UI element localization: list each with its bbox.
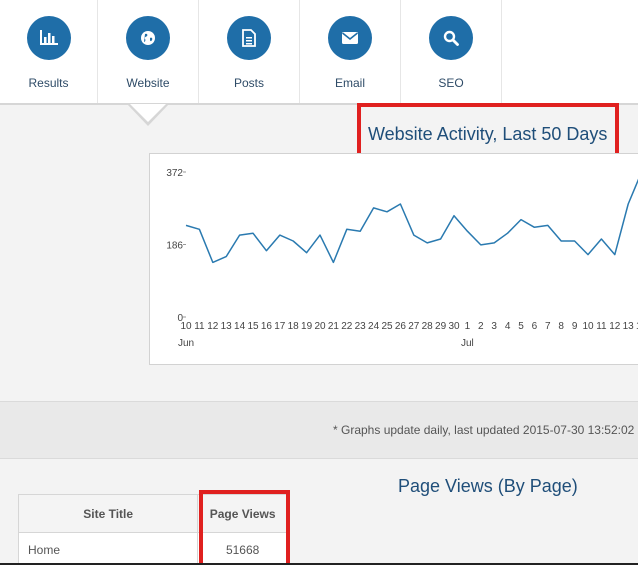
tab-seo[interactable]: SEO (401, 0, 502, 104)
activity-chart-svg: 018637210 11 12 13 14 15 16 17 18 19 20 21 22 23 24 25 2… (166, 168, 638, 349)
tab-results-label: Results (28, 76, 69, 90)
tab-posts-label: Posts (233, 76, 264, 90)
activity-chart-title: Website Activity, Last 50 Days (368, 124, 608, 144)
y-tick-label: 372 (166, 168, 183, 179)
y-tick-label: 186 (166, 241, 183, 252)
x-tick-label: 23 (355, 321, 367, 332)
x-tick-label: 4 (505, 321, 511, 332)
x-tick-label: 21 (328, 321, 340, 332)
series-line (185, 178, 638, 264)
month-label: Jul (461, 338, 474, 349)
x-tick-label: 30 (448, 321, 460, 332)
bar-chart-icon (26, 16, 71, 60)
search-icon (429, 16, 473, 60)
page-views-title: Page Views (By Page) (398, 476, 578, 496)
x-tick-label: 10 (180, 321, 192, 332)
x-tick-label: 1 (465, 321, 471, 332)
tab-email[interactable]: Email (300, 0, 401, 104)
column-header-site-title[interactable]: Site Title (17, 494, 199, 533)
x-tick-label: 27 (408, 321, 420, 332)
x-tick-label: 10 (582, 321, 594, 332)
x-tick-label: 14 (234, 321, 246, 332)
month-label: Jun (178, 338, 194, 349)
x-tick-label: 25 (381, 321, 393, 332)
x-tick-label: 12 (207, 321, 219, 332)
active-tab-pointer-inner (130, 104, 166, 122)
x-tick-label: 5 (518, 321, 524, 332)
tab-posts[interactable]: Posts (199, 0, 300, 104)
x-tick-label: 12 (609, 321, 621, 332)
tab-website[interactable]: Website (98, 0, 199, 104)
activity-chart: 0 186 372 10 11 12 13 14 15 16 17 18 19 20 21 22 23 24 25 2… (149, 153, 638, 365)
x-tick-label: 17 (274, 321, 286, 332)
x-tick-label: 20 (314, 321, 326, 332)
x-tick-label: 2 (478, 321, 484, 332)
x-tick-label: 18 (288, 321, 300, 332)
tab-email-label: Email (334, 76, 365, 90)
x-tick-label: 22 (341, 321, 353, 332)
x-tick-label: 29 (435, 321, 447, 332)
document-icon (227, 16, 271, 60)
x-tick-label: 11 (596, 321, 607, 332)
x-tick-label: 8 (558, 321, 564, 332)
x-tick-label: 15 (247, 321, 259, 332)
x-tick-label: 9 (572, 321, 578, 332)
x-tick-label: 28 (422, 321, 434, 332)
envelope-icon (328, 16, 372, 60)
x-tick-label: 11 (194, 321, 205, 332)
x-tick-label: 24 (368, 321, 380, 332)
row-site-title: Home (17, 532, 199, 565)
tab-seo-label: SEO (438, 76, 464, 90)
x-tick-label: 6 (532, 321, 538, 332)
x-tick-label: 26 (395, 321, 407, 332)
dashboard-page: Results Website Posts Email SEO Website … (0, 0, 638, 565)
tab-website-label: Website (126, 76, 170, 90)
tab-results[interactable]: Results (0, 0, 98, 104)
x-tick-label: 7 (545, 321, 551, 332)
update-note: * Graphs update daily, last updated 2015… (333, 423, 635, 437)
globe-icon (126, 16, 170, 60)
highlight-box-page-views (199, 490, 290, 565)
x-tick-label: 19 (301, 321, 313, 332)
x-tick-label: 3 (491, 321, 497, 332)
header-filler (502, 0, 638, 104)
x-tick-label: 16 (261, 321, 273, 332)
x-tick-label: 13 (623, 321, 635, 332)
x-tick-label: 13 (221, 321, 233, 332)
tab-strip: Results Website Posts Email SEO (0, 0, 502, 104)
